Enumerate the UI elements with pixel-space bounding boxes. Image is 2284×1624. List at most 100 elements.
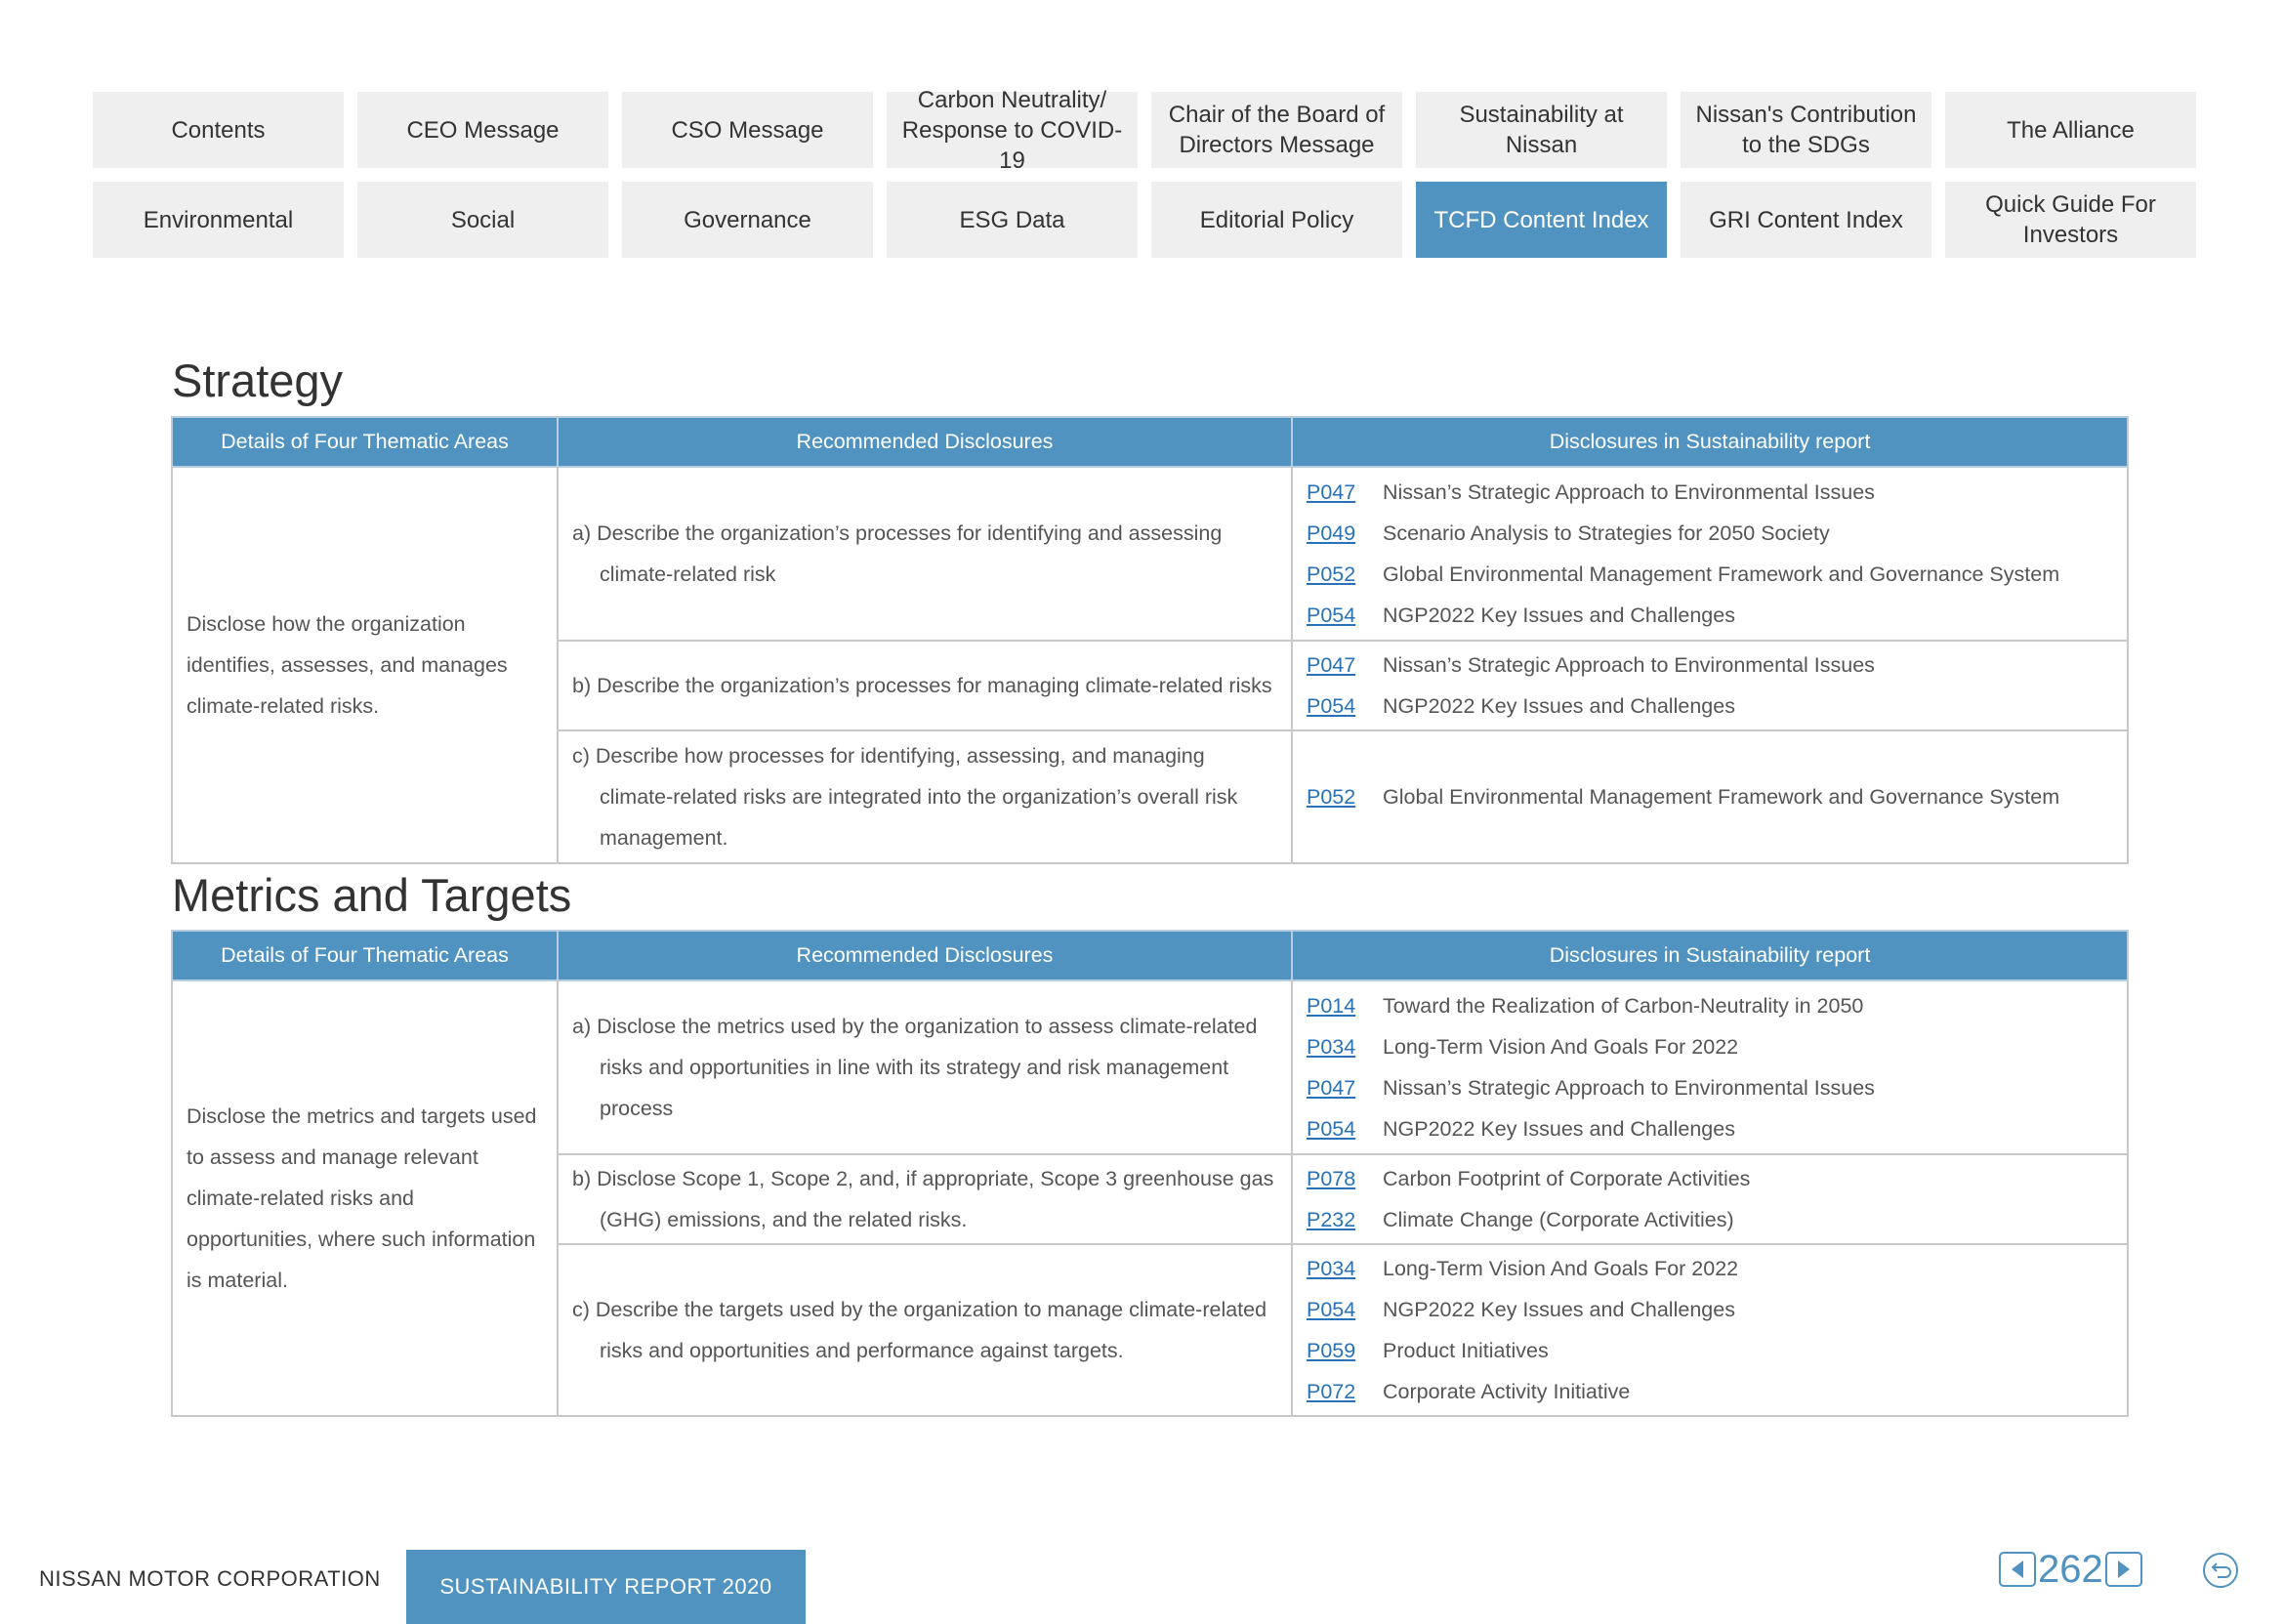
reference-title: Product Initiatives — [1383, 1339, 1549, 1362]
reference-item: P052 Global Environmental Management Fram… — [1307, 776, 2113, 817]
reference-item: P014 Toward the Realization of Carbon-Neu… — [1307, 985, 2113, 1026]
nav-button-contents[interactable]: Contents — [93, 92, 344, 168]
page-reference-link[interactable]: P047 — [1307, 645, 1383, 686]
reference-title: Nissan’s Strategic Approach to Environme… — [1383, 1076, 1875, 1100]
back-icon[interactable] — [2201, 1551, 2240, 1590]
page-reference-link[interactable]: P054 — [1307, 1108, 1383, 1149]
page-reference-link[interactable]: P059 — [1307, 1330, 1383, 1371]
reference-title: Climate Change (Corporate Activities) — [1383, 1208, 1734, 1231]
reference-title: NGP2022 Key Issues and Challenges — [1383, 1298, 1735, 1321]
header-sustainability-disclosures: Disclosures in Sustainability report — [1291, 416, 2129, 468]
reference-title: NGP2022 Key Issues and Challenges — [1383, 694, 1735, 718]
page-reference-link[interactable]: P052 — [1307, 554, 1383, 595]
reference-item: P232 Climate Change (Corporate Activities… — [1307, 1199, 2113, 1240]
recommended-disclosure-text: c) Describe how processes for identifyin… — [572, 744, 1238, 850]
nav-button-environmental[interactable]: Environmental — [93, 182, 344, 258]
reference-title: NGP2022 Key Issues and Challenges — [1383, 1117, 1735, 1141]
reference-item: P049 Scenario Analysis to Strategies for … — [1307, 513, 2113, 554]
reference-title: Long-Term Vision And Goals For 2022 — [1383, 1035, 1739, 1059]
page-reference-link[interactable]: P014 — [1307, 985, 1383, 1026]
page-reference-link[interactable]: P072 — [1307, 1371, 1383, 1412]
page-reference-link[interactable]: P078 — [1307, 1158, 1383, 1199]
page-reference-link[interactable]: P047 — [1307, 1067, 1383, 1108]
page-reference-link[interactable]: P054 — [1307, 686, 1383, 727]
page-reference-link[interactable]: P232 — [1307, 1199, 1383, 1240]
metrics-title: Metrics and Targets — [172, 869, 572, 921]
reference-title: Corporate Activity Initiative — [1383, 1380, 1631, 1403]
nav-button-carbon-neutrality-response-to-covid-19[interactable]: Carbon Neutrality/ Response to COVID-19 — [887, 87, 1138, 174]
nav-row-2: Environmental Social Governance ESG Data Edi… — [93, 182, 2204, 258]
reference-item: P034 Long-Term Vision And Goals For 2022 — [1307, 1248, 2113, 1289]
nav-button-social[interactable]: Social — [357, 182, 608, 258]
reference-item: P052 Global Environmental Management Fram… — [1307, 554, 2113, 595]
page-reference-link[interactable]: P054 — [1307, 1289, 1383, 1330]
header-recommended-disclosures: Recommended Disclosures — [557, 416, 1293, 468]
header-sustainability-disclosures: Disclosures in Sustainability report — [1291, 930, 2129, 981]
strategy-table: Details of Four Thematic Areas Recommend… — [171, 416, 2129, 864]
report-disclosures-cell: P047 Nissan’s Strategic Approach to Envir… — [1291, 466, 2129, 642]
recommended-disclosure-text: b) Disclose Scope 1, Scope 2, and, if ap… — [572, 1167, 1274, 1231]
nav-button-cso-message[interactable]: CSO Message — [622, 92, 873, 168]
recommended-disclosure-text: c) Describe the targets used by the orga… — [572, 1298, 1267, 1362]
header-thematic-areas: Details of Four Thematic Areas — [171, 416, 559, 468]
nav-button-chair-of-the-board-of-directors-message[interactable]: Chair of the Board of Directors Message — [1151, 92, 1402, 168]
nav-button-tcfd-content-index[interactable]: TCFD Content Index — [1416, 182, 1667, 258]
recommended-disclosure-cell: a) Disclose the metrics used by the orga… — [557, 979, 1293, 1155]
thematic-area-cell: Disclose the metrics and targets used to… — [171, 979, 559, 1417]
reference-title: Scenario Analysis to Strategies for 2050… — [1383, 521, 1830, 545]
page-reference-link[interactable]: P052 — [1307, 776, 1383, 817]
recommended-disclosure-text: a) Disclose the metrics used by the orga… — [572, 1015, 1258, 1120]
nav-button-esg-data[interactable]: ESG Data — [887, 182, 1138, 258]
recommended-disclosure-text: b) Describe the organization’s processes… — [572, 674, 1272, 697]
strategy-title: Strategy — [172, 354, 344, 406]
recommended-disclosure-cell: a) Describe the organization’s processes… — [557, 466, 1293, 642]
reference-item: P059 Product Initiatives — [1307, 1330, 2113, 1371]
page-reference-link[interactable]: P049 — [1307, 513, 1383, 554]
reference-item: P072 Corporate Activity Initiative — [1307, 1371, 2113, 1412]
reference-title: Nissan’s Strategic Approach to Environme… — [1383, 480, 1875, 504]
metrics-table: Details of Four Thematic Areas Recommend… — [171, 930, 2129, 1417]
nav-button-ceo-message[interactable]: CEO Message — [357, 92, 608, 168]
reference-item: P054 NGP2022 Key Issues and Challenges — [1307, 686, 2113, 727]
reference-item: P047 Nissan’s Strategic Approach to Envir… — [1307, 645, 2113, 686]
reference-item: P054 NGP2022 Key Issues and Challenges — [1307, 1108, 2113, 1149]
nav-button-sustainability-at-nissan[interactable]: Sustainability at Nissan — [1416, 92, 1667, 168]
recommended-disclosure-cell: b) Describe the organization’s processes… — [557, 640, 1293, 731]
nav-button-nissan-s-contribution-to-the-sdgs[interactable]: Nissan's Contribution to the SDGs — [1681, 92, 1931, 168]
nav-button-governance[interactable]: Governance — [622, 182, 873, 258]
reference-item: P078 Carbon Footprint of Corporate Activi… — [1307, 1158, 2113, 1199]
metrics-header-row: Details of Four Thematic Areas Recommend… — [171, 930, 2129, 981]
reference-title: Long-Term Vision And Goals For 2022 — [1383, 1257, 1739, 1280]
footer-company-name: NISSAN MOTOR CORPORATION — [39, 1566, 381, 1591]
reference-title: Toward the Realization of Carbon-Neutral… — [1383, 994, 1864, 1018]
reference-title: Nissan’s Strategic Approach to Environme… — [1383, 653, 1875, 677]
nav-row-1: Contents CEO Message CSO Message Carbon Neu… — [93, 87, 2204, 174]
nav-button-gri-content-index[interactable]: GRI Content Index — [1681, 182, 1931, 258]
nav-button-editorial-policy[interactable]: Editorial Policy — [1151, 182, 1402, 258]
prev-page-icon[interactable] — [1999, 1552, 2036, 1587]
reference-title: Global Environmental Management Framewor… — [1383, 785, 2060, 809]
table-row: Disclose how the organization identifies… — [171, 466, 2129, 864]
report-disclosures-cell: P052 Global Environmental Management Fram… — [1291, 729, 2129, 864]
page-number: 262 — [2038, 1548, 2103, 1591]
next-page-icon[interactable] — [2104, 1552, 2142, 1587]
page-reference-link[interactable]: P047 — [1307, 472, 1383, 513]
header-recommended-disclosures: Recommended Disclosures — [557, 930, 1293, 981]
reference-item: P034 Long-Term Vision And Goals For 2022 — [1307, 1026, 2113, 1067]
report-disclosures-cell: P014 Toward the Realization of Carbon-Neu… — [1291, 979, 2129, 1155]
recommended-disclosure-cell: b) Disclose Scope 1, Scope 2, and, if ap… — [557, 1153, 1293, 1245]
page-reference-link[interactable]: P034 — [1307, 1248, 1383, 1289]
page-reference-link[interactable]: P054 — [1307, 595, 1383, 636]
table-row: Disclose the metrics and targets used to… — [171, 979, 2129, 1417]
recommended-disclosure-text: a) Describe the organization’s processes… — [572, 521, 1223, 586]
reference-item: P054 NGP2022 Key Issues and Challenges — [1307, 595, 2113, 636]
top-navigation: Contents CEO Message CSO Message Carbon Neu… — [93, 87, 2204, 271]
page-reference-link[interactable]: P034 — [1307, 1026, 1383, 1067]
nav-button-quick-guide-for-investors[interactable]: Quick Guide For Investors — [1945, 182, 2196, 258]
header-thematic-areas: Details of Four Thematic Areas — [171, 930, 559, 981]
footer-report-button[interactable]: SUSTAINABILITY REPORT 2020 — [406, 1550, 806, 1624]
reference-title: Carbon Footprint of Corporate Activities — [1383, 1167, 1751, 1190]
reference-title: NGP2022 Key Issues and Challenges — [1383, 604, 1735, 627]
nav-button-the-alliance[interactable]: The Alliance — [1945, 92, 2196, 168]
strategy-header-row: Details of Four Thematic Areas Recommend… — [171, 416, 2129, 468]
